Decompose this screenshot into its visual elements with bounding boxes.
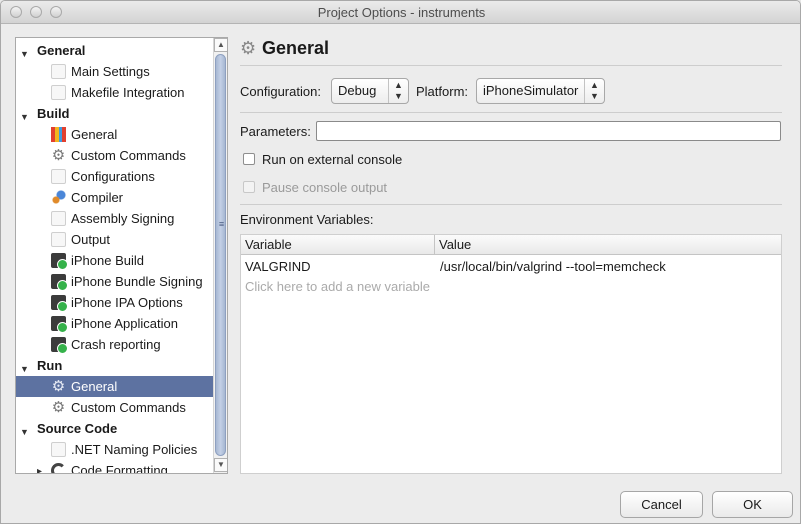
sidebar-group-label: Build (37, 106, 70, 121)
configuration-select[interactable]: Debug ▲ ▼ (331, 78, 409, 104)
sidebar-item-label: Assembly Signing (71, 211, 175, 226)
select-arrows-icon: ▲ ▼ (584, 79, 604, 103)
run-external-console-label: Run on external console (262, 152, 403, 167)
sidebar-item-general-makefile-integration[interactable]: Makefile Integration (16, 82, 213, 103)
sidebar-item-label: Configurations (71, 169, 155, 184)
sidebar-scrollbar[interactable]: ▲ ≡ ▼ (213, 38, 227, 473)
gear-icon: ⚙ (51, 147, 66, 164)
sidebar-item-run-custom-commands[interactable]: ⚙ Custom Commands (16, 397, 213, 418)
gears-icon: ⚙ (51, 378, 66, 395)
environment-variables-label: Environment Variables: (240, 212, 374, 227)
sidebar-item-build-assembly-signing[interactable]: Assembly Signing (16, 208, 213, 229)
env-variable-name[interactable]: VALGRIND (245, 257, 311, 277)
sidebar-item-label: Main Settings (71, 64, 150, 79)
scroll-up-button[interactable]: ▲ (214, 38, 227, 52)
divider (240, 65, 782, 66)
sidebar-item-build-iphone-application[interactable]: iPhone Application (16, 313, 213, 334)
sidebar-item-label: Code Formatting (71, 463, 168, 473)
sidebar-item-label: Output (71, 232, 111, 247)
sidebar-item-build-iphone-ipa-options[interactable]: iPhone IPA Options (16, 292, 213, 313)
build-bricks-icon (51, 127, 66, 142)
blank-icon (51, 232, 66, 247)
gears-icon: ⚙ (240, 38, 257, 58)
run-general-panel: ⚙ General Configuration: Debug ▲ ▼ Platfor… (240, 35, 782, 475)
sidebar-group-general[interactable]: ▼ General (16, 40, 213, 61)
divider (240, 112, 782, 113)
sidebar-group-build[interactable]: ▼ Build (16, 103, 213, 124)
sidebar-item-label: Custom Commands (71, 148, 186, 163)
parameters-input[interactable] (316, 121, 781, 141)
sidebar-item-label: Crash reporting (71, 337, 161, 352)
window-title: Project Options - instruments (317, 5, 486, 20)
sidebar-item-label: Custom Commands (71, 400, 186, 415)
configuration-label: Configuration: (240, 84, 321, 99)
blank-icon (51, 211, 66, 226)
platform-label: Platform: (416, 84, 469, 99)
iphone-icon (51, 337, 68, 354)
iphone-icon (51, 274, 68, 291)
parameters-label: Parameters: (240, 124, 311, 139)
sidebar-item-source-code-code-formatting[interactable]: ▸ Code Formatting (16, 460, 213, 473)
scrollbar-thumb[interactable]: ≡ (215, 54, 226, 456)
sidebar-item-build-custom-commands[interactable]: ⚙ Custom Commands (16, 145, 213, 166)
sidebar-group-source-code[interactable]: ▼ Source Code (16, 418, 213, 439)
sidebar-item-label: iPhone Application (71, 316, 178, 331)
sidebar-group-label: General (37, 43, 86, 58)
sidebar-item-run-general[interactable]: ⚙ General (16, 376, 213, 397)
sidebar-item-label: .NET Naming Policies (71, 442, 198, 457)
env-variable-value[interactable]: /usr/local/bin/valgrind --tool=memcheck (440, 257, 666, 277)
blank-icon (51, 169, 66, 184)
sidebar-item-build-output[interactable]: Output (16, 229, 213, 250)
column-header-variable[interactable]: Variable (241, 235, 435, 255)
code-formatting-icon (51, 463, 66, 473)
sidebar-item-build-iphone-build[interactable]: iPhone Build (16, 250, 213, 271)
sidebar-item-build-general[interactable]: General (16, 124, 213, 145)
project-options-window: Project Options - instruments ▼ General Ma… (0, 0, 801, 524)
sidebar-item-build-iphone-bundle-signing[interactable]: iPhone Bundle Signing (16, 271, 213, 292)
sidebar-group-run[interactable]: ▼ Run (16, 355, 213, 376)
blank-icon (51, 442, 66, 457)
sidebar-item-general-main-settings[interactable]: Main Settings (16, 61, 213, 82)
pause-console-output-checkbox[interactable] (243, 181, 255, 193)
divider (240, 204, 782, 205)
table-header: Variable Value (241, 235, 781, 255)
compiler-icon (51, 190, 66, 205)
iphone-icon (51, 316, 68, 333)
title-bar: Project Options - instruments (1, 1, 800, 24)
sidebar-item-label: iPhone Bundle Signing (71, 274, 203, 289)
column-header-value[interactable]: Value (435, 235, 781, 255)
platform-select[interactable]: iPhoneSimulator ▲ ▼ (476, 78, 605, 104)
ok-button[interactable]: OK (712, 491, 793, 518)
iphone-icon (51, 295, 68, 312)
sidebar-item-label: iPhone IPA Options (71, 295, 183, 310)
pause-console-output-label: Pause console output (262, 180, 388, 195)
scrollbar-grip-icon: ≡ (218, 219, 225, 229)
sidebar-item-label: Makefile Integration (71, 85, 185, 100)
sidebar-item-label: General (71, 379, 118, 394)
select-arrows-icon: ▲ ▼ (388, 79, 408, 103)
gear-icon: ⚙ (51, 399, 66, 416)
sidebar-item-build-crash-reporting[interactable]: Crash reporting (16, 334, 213, 355)
add-variable-hint[interactable]: Click here to add a new variable (245, 277, 430, 297)
options-sidebar: ▼ General Main Settings Makefile Integratio… (15, 37, 228, 474)
page-title: ⚙ General (240, 35, 329, 61)
sidebar-item-label: iPhone Build (71, 253, 144, 268)
disclosure-triangle-icon[interactable]: ▸ (37, 461, 42, 473)
sidebar-group-label: Source Code (37, 421, 118, 436)
environment-variables-table[interactable]: Variable Value VALGRIND /usr/local/bin/v… (240, 234, 782, 474)
sidebar-item-build-compiler[interactable]: Compiler (16, 187, 213, 208)
scroll-down-button[interactable]: ▼ (214, 458, 227, 472)
iphone-icon (51, 253, 68, 270)
cancel-button[interactable]: Cancel (620, 491, 703, 518)
sidebar-item-label: Compiler (71, 190, 124, 205)
sidebar-group-label: Run (37, 358, 63, 373)
blank-icon (51, 64, 66, 79)
run-external-console-checkbox[interactable] (243, 153, 255, 165)
blank-icon (51, 85, 66, 100)
sidebar-item-build-configurations[interactable]: Configurations (16, 166, 213, 187)
sidebar-item-source-code-net-naming-policies[interactable]: .NET Naming Policies (16, 439, 213, 460)
sidebar-item-label: General (71, 127, 118, 142)
options-tree: ▼ General Main Settings Makefile Integratio… (16, 38, 213, 473)
